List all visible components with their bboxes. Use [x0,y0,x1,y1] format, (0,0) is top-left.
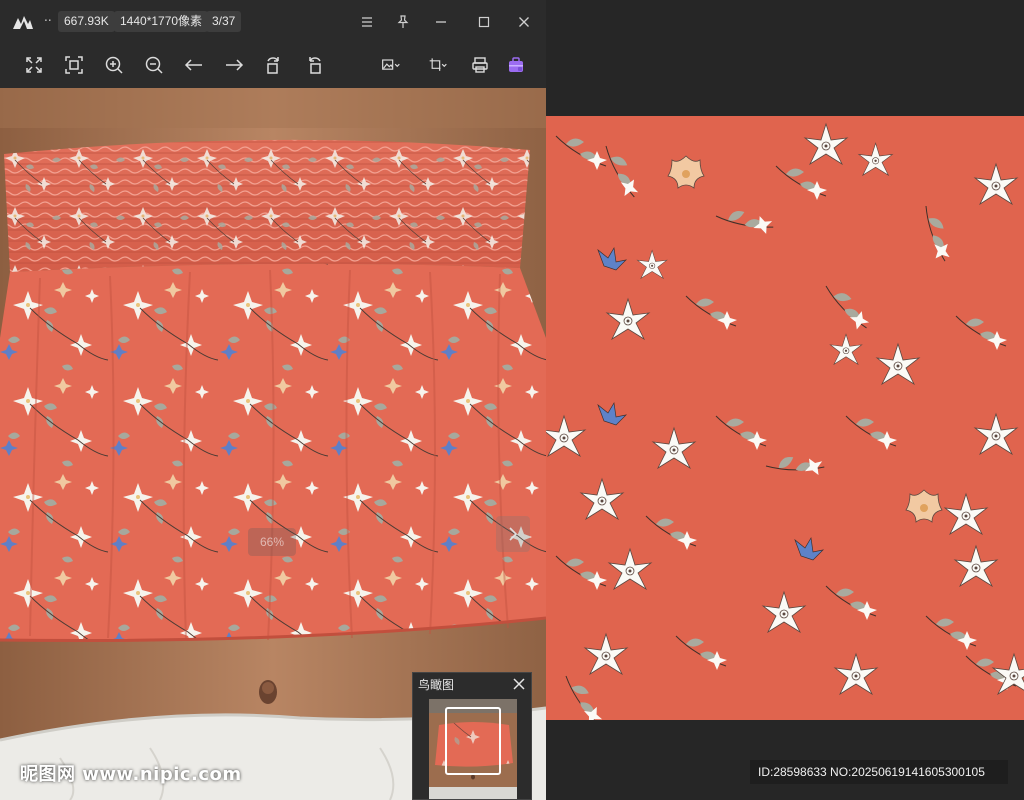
image-dimensions-badge: 1440*1770像素 [114,11,209,32]
fullscreen-icon [26,57,42,73]
birdseye-viewport-frame[interactable] [445,707,501,775]
pattern-id-label: ID:28598633 NO:20250619141605300105 [750,760,1008,784]
title-bar: .. 667.93K 1440*1770像素 3/37 [0,0,546,42]
arrow-left-icon [184,59,202,71]
rotate-left-icon [267,57,279,74]
crop-dropdown[interactable] [422,50,454,80]
image-edit-icon [382,59,400,70]
next-image-arrow[interactable] [496,516,530,552]
toolbar [0,42,546,88]
rotate-right-button[interactable] [299,50,329,80]
chevron-right-icon [509,527,518,541]
site-watermark: 昵图网 www.nipic.com [20,764,242,785]
image-viewer-window: .. 667.93K 1440*1770像素 3/37 66% 鸟瞰图 昵图网 … [0,0,546,800]
previous-image-button[interactable] [179,50,209,80]
zoom-in-icon [105,56,123,74]
minimize-icon [436,21,446,23]
birdseye-close-icon[interactable] [511,676,527,692]
menu-button[interactable]: .. [44,10,52,24]
close-icon [519,17,529,27]
print-icon [472,57,488,73]
image-position-badge: 3/37 [206,11,242,32]
hamburger-icon [362,17,372,27]
birdseye-navigator[interactable]: 鸟瞰图 [412,672,532,800]
next-image-button[interactable] [219,50,249,80]
zoom-out-button[interactable] [139,50,169,80]
menu-list-button[interactable] [356,11,378,33]
zoom-in-button[interactable] [99,50,129,80]
maximize-button[interactable] [473,11,495,33]
crop-icon [429,58,447,71]
fit-window-icon [65,56,83,74]
arrow-right-icon [226,59,244,71]
rotate-right-icon [309,57,321,74]
fullscreen-button[interactable] [19,50,49,80]
toolbox-icon [509,57,523,72]
image-edit-dropdown[interactable] [375,50,407,80]
minimize-button[interactable] [430,11,452,33]
pin-button[interactable] [392,11,414,33]
fit-window-button[interactable] [59,50,89,80]
file-size-badge: 667.93K [58,11,115,32]
floral-pattern-swatch [546,116,1024,720]
zoom-out-icon [145,56,163,74]
pin-icon [397,15,409,28]
maximize-icon [478,16,490,28]
floral-pattern-artwork [546,123,1024,720]
print-button[interactable] [465,50,495,80]
close-button[interactable] [513,11,535,33]
toolbox-button[interactable] [501,50,531,80]
rotate-left-button[interactable] [259,50,289,80]
zoom-level-indicator: 66% [248,528,296,556]
app-logo-icon [13,16,33,29]
